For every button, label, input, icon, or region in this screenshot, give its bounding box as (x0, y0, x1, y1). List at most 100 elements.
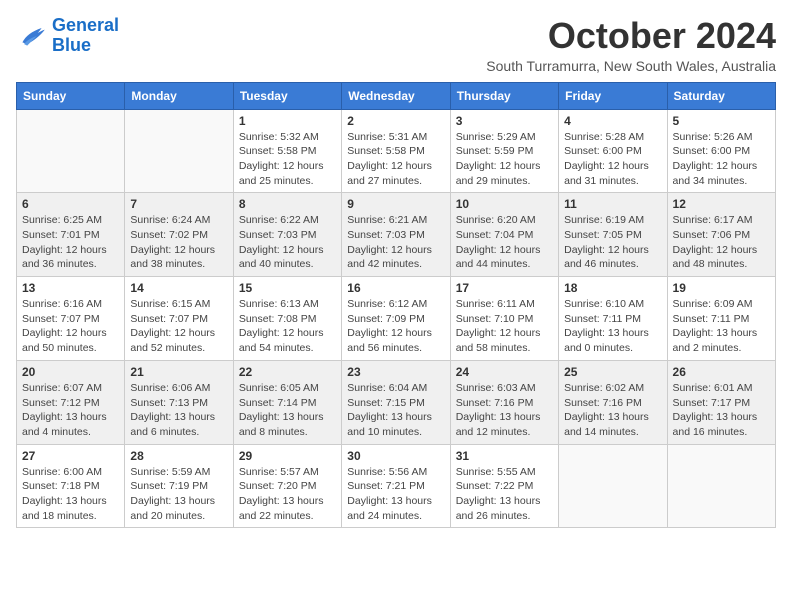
day-number: 11 (564, 197, 661, 211)
calendar-cell: 21 Sunrise: 6:06 AM Sunset: 7:13 PM Dayli… (125, 360, 233, 444)
day-info: Sunrise: 5:29 AM Sunset: 5:59 PM Dayligh… (456, 130, 553, 189)
calendar-cell: 8 Sunrise: 6:22 AM Sunset: 7:03 PM Daylig… (233, 193, 341, 277)
day-info: Sunrise: 6:02 AM Sunset: 7:16 PM Dayligh… (564, 381, 661, 440)
day-number: 23 (347, 365, 444, 379)
calendar-cell: 24 Sunrise: 6:03 AM Sunset: 7:16 PM Dayli… (450, 360, 558, 444)
calendar-week-row: 13Sunrise: 6:16 AM Sunset: 7:07 PM Dayli… (17, 277, 776, 361)
day-number: 16 (347, 281, 444, 295)
day-number: 4 (564, 114, 661, 128)
day-number: 12 (673, 197, 770, 211)
page-header: General Blue October 2024 South Turramur… (16, 16, 776, 74)
title-block: October 2024 South Turramurra, New South… (486, 16, 776, 74)
calendar-cell: 31 Sunrise: 5:55 AM Sunset: 7:22 PM Dayli… (450, 444, 558, 528)
calendar-cell: 13Sunrise: 6:16 AM Sunset: 7:07 PM Dayli… (17, 277, 125, 361)
day-info: Sunrise: 6:06 AM Sunset: 7:13 PM Dayligh… (130, 381, 227, 440)
calendar-cell: 14 Sunrise: 6:15 AM Sunset: 7:07 PM Dayli… (125, 277, 233, 361)
day-number: 20 (22, 365, 119, 379)
subtitle: South Turramurra, New South Wales, Austr… (486, 58, 776, 74)
calendar-cell: 17 Sunrise: 6:11 AM Sunset: 7:10 PM Dayli… (450, 277, 558, 361)
day-info: Sunrise: 5:26 AM Sunset: 6:00 PM Dayligh… (673, 130, 770, 189)
calendar-cell: 16 Sunrise: 6:12 AM Sunset: 7:09 PM Dayli… (342, 277, 450, 361)
calendar-week-row: 27 Sunrise: 6:00 AM Sunset: 7:18 PM Dayli… (17, 444, 776, 528)
calendar-cell: 29Sunrise: 5:57 AM Sunset: 7:20 PM Dayli… (233, 444, 341, 528)
day-info: Sunrise: 6:01 AM Sunset: 7:17 PM Dayligh… (673, 381, 770, 440)
day-info: Sunrise: 5:56 AM Sunset: 7:21 PM Dayligh… (347, 465, 444, 524)
calendar-cell: 20 Sunrise: 6:07 AM Sunset: 7:12 PM Dayli… (17, 360, 125, 444)
day-info: Sunrise: 5:28 AM Sunset: 6:00 PM Dayligh… (564, 130, 661, 189)
day-number: 24 (456, 365, 553, 379)
day-info: Sunrise: 6:22 AM Sunset: 7:03 PM Dayligh… (239, 213, 336, 272)
day-info: Sunrise: 6:15 AM Sunset: 7:07 PM Dayligh… (130, 297, 227, 356)
day-number: 18 (564, 281, 661, 295)
day-info: Sunrise: 5:31 AM Sunset: 5:58 PM Dayligh… (347, 130, 444, 189)
column-header-saturday: Saturday (667, 82, 775, 109)
day-number: 30 (347, 449, 444, 463)
day-info: Sunrise: 6:05 AM Sunset: 7:14 PM Dayligh… (239, 381, 336, 440)
day-number: 5 (673, 114, 770, 128)
calendar-week-row: 20 Sunrise: 6:07 AM Sunset: 7:12 PM Dayli… (17, 360, 776, 444)
calendar-week-row: 6 Sunrise: 6:25 AM Sunset: 7:01 PM Daylig… (17, 193, 776, 277)
day-number: 10 (456, 197, 553, 211)
day-info: Sunrise: 6:03 AM Sunset: 7:16 PM Dayligh… (456, 381, 553, 440)
day-info: Sunrise: 6:10 AM Sunset: 7:11 PM Dayligh… (564, 297, 661, 356)
day-number: 22 (239, 365, 336, 379)
calendar-cell (17, 109, 125, 193)
calendar-cell: 26Sunrise: 6:01 AM Sunset: 7:17 PM Dayli… (667, 360, 775, 444)
calendar-cell: 19Sunrise: 6:09 AM Sunset: 7:11 PM Dayli… (667, 277, 775, 361)
calendar-cell: 4 Sunrise: 5:28 AM Sunset: 6:00 PM Daylig… (559, 109, 667, 193)
day-number: 17 (456, 281, 553, 295)
day-number: 31 (456, 449, 553, 463)
logo: General Blue (16, 16, 119, 56)
day-number: 8 (239, 197, 336, 211)
day-info: Sunrise: 6:04 AM Sunset: 7:15 PM Dayligh… (347, 381, 444, 440)
calendar-cell: 3Sunrise: 5:29 AM Sunset: 5:59 PM Daylig… (450, 109, 558, 193)
calendar-cell (667, 444, 775, 528)
calendar-cell: 23 Sunrise: 6:04 AM Sunset: 7:15 PM Dayli… (342, 360, 450, 444)
calendar-cell: 10Sunrise: 6:20 AM Sunset: 7:04 PM Dayli… (450, 193, 558, 277)
day-info: Sunrise: 6:21 AM Sunset: 7:03 PM Dayligh… (347, 213, 444, 272)
column-header-sunday: Sunday (17, 82, 125, 109)
column-header-friday: Friday (559, 82, 667, 109)
logo-icon (16, 20, 48, 52)
day-number: 13 (22, 281, 119, 295)
day-info: Sunrise: 5:59 AM Sunset: 7:19 PM Dayligh… (130, 465, 227, 524)
logo-text: General Blue (52, 16, 119, 56)
day-info: Sunrise: 6:09 AM Sunset: 7:11 PM Dayligh… (673, 297, 770, 356)
day-number: 28 (130, 449, 227, 463)
calendar-cell: 9Sunrise: 6:21 AM Sunset: 7:03 PM Daylig… (342, 193, 450, 277)
day-info: Sunrise: 6:00 AM Sunset: 7:18 PM Dayligh… (22, 465, 119, 524)
calendar-cell: 15Sunrise: 6:13 AM Sunset: 7:08 PM Dayli… (233, 277, 341, 361)
day-number: 15 (239, 281, 336, 295)
calendar-cell: 2Sunrise: 5:31 AM Sunset: 5:58 PM Daylig… (342, 109, 450, 193)
day-info: Sunrise: 6:12 AM Sunset: 7:09 PM Dayligh… (347, 297, 444, 356)
day-number: 14 (130, 281, 227, 295)
column-header-tuesday: Tuesday (233, 82, 341, 109)
calendar-cell: 27 Sunrise: 6:00 AM Sunset: 7:18 PM Dayli… (17, 444, 125, 528)
day-number: 21 (130, 365, 227, 379)
day-info: Sunrise: 5:32 AM Sunset: 5:58 PM Dayligh… (239, 130, 336, 189)
day-info: Sunrise: 6:11 AM Sunset: 7:10 PM Dayligh… (456, 297, 553, 356)
column-header-thursday: Thursday (450, 82, 558, 109)
day-info: Sunrise: 6:07 AM Sunset: 7:12 PM Dayligh… (22, 381, 119, 440)
calendar-cell: 12 Sunrise: 6:17 AM Sunset: 7:06 PM Dayli… (667, 193, 775, 277)
calendar-cell: 18 Sunrise: 6:10 AM Sunset: 7:11 PM Dayli… (559, 277, 667, 361)
calendar-cell: 7Sunrise: 6:24 AM Sunset: 7:02 PM Daylig… (125, 193, 233, 277)
calendar-cell (125, 109, 233, 193)
calendar-cell (559, 444, 667, 528)
day-number: 7 (130, 197, 227, 211)
day-number: 25 (564, 365, 661, 379)
month-title: October 2024 (486, 16, 776, 56)
calendar-cell: 5 Sunrise: 5:26 AM Sunset: 6:00 PM Daylig… (667, 109, 775, 193)
calendar-header-row: SundayMondayTuesdayWednesdayThursdayFrid… (17, 82, 776, 109)
day-info: Sunrise: 6:19 AM Sunset: 7:05 PM Dayligh… (564, 213, 661, 272)
day-number: 29 (239, 449, 336, 463)
day-info: Sunrise: 5:55 AM Sunset: 7:22 PM Dayligh… (456, 465, 553, 524)
column-header-wednesday: Wednesday (342, 82, 450, 109)
day-number: 27 (22, 449, 119, 463)
calendar-cell: 22 Sunrise: 6:05 AM Sunset: 7:14 PM Dayli… (233, 360, 341, 444)
day-info: Sunrise: 6:17 AM Sunset: 7:06 PM Dayligh… (673, 213, 770, 272)
calendar-cell: 28 Sunrise: 5:59 AM Sunset: 7:19 PM Dayli… (125, 444, 233, 528)
day-number: 6 (22, 197, 119, 211)
day-info: Sunrise: 6:25 AM Sunset: 7:01 PM Dayligh… (22, 213, 119, 272)
calendar-cell: 6 Sunrise: 6:25 AM Sunset: 7:01 PM Daylig… (17, 193, 125, 277)
